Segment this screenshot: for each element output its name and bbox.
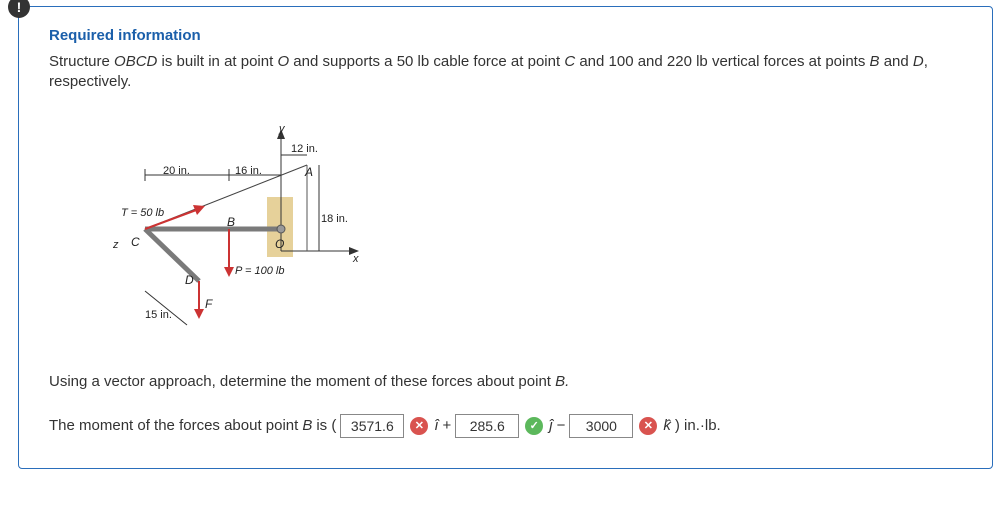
alert-icon: ! — [8, 0, 30, 18]
wrong-icon: ✕ — [639, 417, 657, 435]
unit-j: ĵ — [549, 417, 552, 434]
text: − — [557, 417, 566, 434]
point-b: B — [227, 215, 235, 229]
point-c: C — [131, 235, 140, 249]
answer-input-j[interactable]: 285.6 — [455, 414, 519, 438]
wrong-icon: ✕ — [410, 417, 428, 435]
text: is built in at point — [157, 53, 277, 70]
text: and supports a 50 lb cable force at poin… — [289, 53, 564, 70]
dim-20in: 20 in. — [163, 165, 190, 177]
axis-y-label: y — [279, 123, 285, 135]
correct-icon: ✓ — [525, 417, 543, 435]
point-a: A — [305, 165, 313, 179]
var-b: B — [302, 417, 312, 434]
question-text: Using a vector approach, determine the m… — [49, 371, 962, 392]
text: The moment of the forces about point — [49, 417, 298, 434]
text: ) in.·lb. — [675, 417, 721, 434]
var-obcd: OBCD — [114, 53, 157, 70]
required-information-heading: Required information — [49, 27, 962, 44]
text: Structure — [49, 53, 114, 70]
dim-16in: 16 in. — [235, 165, 262, 177]
text: Using a vector approach, determine the m… — [49, 373, 555, 390]
axis-x-label: x — [353, 253, 359, 265]
problem-statement: Structure OBCD is built in at point O an… — [49, 52, 962, 93]
unit-k: k̂ — [663, 417, 671, 434]
dim-12in: 12 in. — [291, 143, 318, 155]
var-o: O — [277, 53, 289, 70]
structure-diagram: y x z 20 in. 16 in. 12 in. 18 in. 15 in.… — [89, 121, 389, 341]
point-f: F — [205, 297, 212, 311]
unit-i: î — [434, 417, 438, 434]
p-label: P = 100 lb — [235, 265, 284, 277]
text: + — [443, 417, 452, 434]
dim-15in: 15 in. — [145, 309, 172, 321]
var-b: B. — [555, 373, 569, 390]
var-b: B — [870, 53, 880, 70]
point-o: O — [275, 237, 284, 251]
answer-input-i[interactable]: 3571.6 — [340, 414, 404, 438]
point-d: D — [185, 273, 194, 287]
dim-18in: 18 in. — [321, 213, 348, 225]
text: and — [880, 53, 913, 70]
answer-line: The moment of the forces about point B i… — [49, 414, 962, 438]
text: is ( — [316, 417, 336, 434]
problem-container: ! Required information Structure OBCD is… — [18, 6, 993, 469]
axis-z-label: z — [113, 239, 119, 251]
diagram-svg — [89, 121, 389, 341]
answer-input-k[interactable]: 3000 — [569, 414, 633, 438]
text: and 100 and 220 lb vertical forces at po… — [575, 53, 869, 70]
t-label: T = 50 lb — [121, 207, 164, 219]
var-c: C — [564, 53, 575, 70]
var-d: D — [913, 53, 924, 70]
